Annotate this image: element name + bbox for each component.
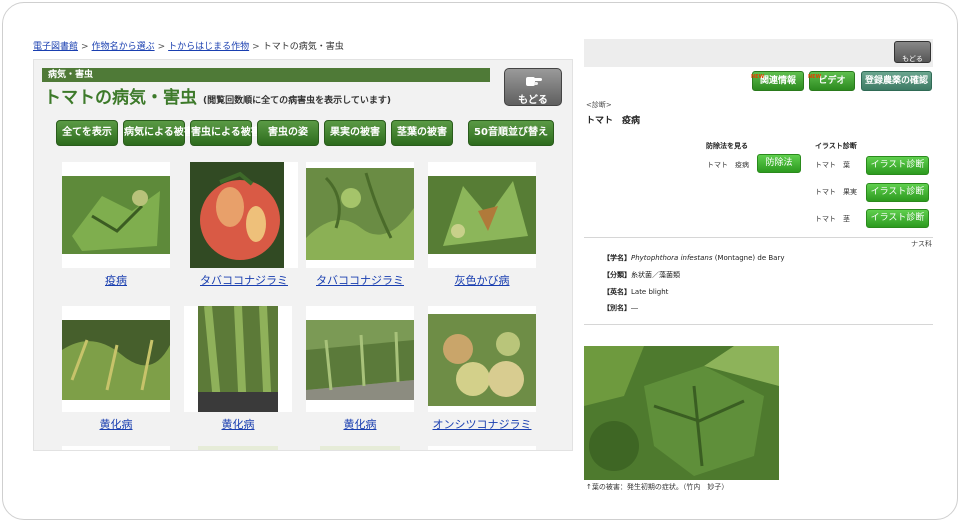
greenhouse-rows-icon[interactable] bbox=[306, 306, 414, 412]
diseased-leaf-icon[interactable] bbox=[62, 162, 170, 268]
partial-card bbox=[62, 446, 170, 450]
page-subtitle: (閲覧回数順に全ての病害虫を表示しています) bbox=[203, 96, 391, 106]
diag-part: 葉 bbox=[843, 161, 850, 169]
detail-row: 【別名】― bbox=[603, 303, 638, 313]
disease-heading: トマト 疫病 bbox=[586, 116, 641, 126]
detail-key: 【別名】 bbox=[603, 304, 631, 312]
detail-header-bar bbox=[584, 39, 933, 67]
breadcrumb-separator: > bbox=[81, 42, 89, 52]
filter-sort-button[interactable]: 50音順並び替え bbox=[468, 120, 554, 146]
divider bbox=[584, 237, 933, 238]
detail-value: 糸状菌／藻菌類 bbox=[631, 271, 680, 279]
disease-name-link[interactable]: 黄化病 bbox=[51, 416, 181, 432]
breadcrumb-link-crop-select[interactable]: 作物名から選ぶ bbox=[92, 42, 155, 52]
disease-name-link[interactable]: 灰色かび病 bbox=[417, 272, 547, 288]
plant-foliage-icon[interactable] bbox=[306, 162, 414, 268]
scientific-name: Phytophthora infestans bbox=[631, 254, 713, 262]
photo-caption: ↑葉の被害：発生初期の症状。（竹内 妙子） bbox=[586, 483, 729, 491]
video-label: ビデオ bbox=[818, 76, 846, 86]
detail-key: 【分類】 bbox=[603, 271, 631, 279]
diag-part: 茎 bbox=[843, 215, 850, 223]
illust-diagnosis-stem-button[interactable]: イラスト診断 bbox=[866, 209, 929, 228]
divider bbox=[584, 324, 933, 325]
detail-value: (Montagne) de Bary bbox=[712, 254, 785, 262]
partial-card bbox=[198, 446, 278, 450]
detail-key: 【学名】 bbox=[603, 254, 631, 262]
disease-name-link[interactable]: 疫病 bbox=[51, 272, 181, 288]
detail-key: 【英名】 bbox=[603, 288, 631, 296]
disease-name-link[interactable]: オンシツコナジラミ bbox=[417, 416, 547, 432]
illust-diagnosis-fruit-button[interactable]: イラスト診断 bbox=[866, 183, 929, 202]
disease-name-link[interactable]: タバココナジラミ bbox=[179, 272, 309, 288]
filter-disease-button[interactable]: 病気による被害 bbox=[123, 120, 194, 146]
new-badge: NEW bbox=[808, 74, 822, 80]
breadcrumb-separator: > bbox=[252, 42, 260, 52]
disease-name-link[interactable]: タバココナジラミ bbox=[295, 272, 425, 288]
illust-diagnosis-leaf-button[interactable]: イラスト診断 bbox=[866, 156, 929, 175]
disease-list-panel: 病気・害虫 トマトの病気・害虫 (閲覧回数順に全ての病害虫を表示しています) もど… bbox=[33, 59, 573, 451]
diag-crop: トマト bbox=[815, 188, 836, 196]
greenhouse-plants-icon[interactable] bbox=[184, 306, 292, 412]
breadcrumb: 電子図書館 > 作物名から選ぶ > トからはじまる作物 > トマトの病気・害虫 bbox=[33, 39, 344, 52]
breadcrumb-separator: > bbox=[157, 42, 166, 52]
breadcrumb-link-to-crops[interactable]: トからはじまる作物 bbox=[168, 42, 249, 52]
pointing-hand-icon bbox=[526, 77, 542, 86]
control-crop: トマト bbox=[707, 161, 728, 169]
new-badge: NEW bbox=[751, 74, 765, 80]
page-title-text: トマトの病気・害虫 bbox=[44, 88, 197, 108]
detail-back-button[interactable]: もどる bbox=[894, 41, 931, 63]
control-heading: 防除法を見る bbox=[706, 142, 748, 150]
green-tomatoes-icon[interactable] bbox=[428, 306, 536, 412]
filter-pest-form-button[interactable]: 害虫の姿 bbox=[257, 120, 319, 146]
disease-photo bbox=[584, 346, 779, 480]
diag-crop: トマト bbox=[815, 215, 836, 223]
related-info-button[interactable]: NEW 関連情報 bbox=[751, 71, 804, 91]
disease-name-link[interactable]: 黄化病 bbox=[295, 416, 425, 432]
diag-part: 果実 bbox=[843, 188, 857, 196]
section-label: <診断> bbox=[586, 101, 612, 109]
window-frame: 電子図書館 > 作物名から選ぶ > トからはじまる作物 > トマトの病気・害虫 病気・害虫 … bbox=[2, 2, 958, 520]
diag-crop: トマト bbox=[815, 161, 836, 169]
video-button[interactable]: NEW ビデオ bbox=[808, 71, 855, 91]
detail-row: 【学名】Phytophthora infestans (Montagne) de… bbox=[603, 253, 784, 263]
tomato-fruit-icon[interactable] bbox=[190, 162, 298, 268]
back-button[interactable]: もどる bbox=[504, 68, 562, 106]
detail-value: Late blight bbox=[631, 288, 669, 296]
family-label: ナス科 bbox=[911, 240, 932, 248]
filter-foliage-damage-button[interactable]: 茎葉の被害 bbox=[391, 120, 453, 146]
breadcrumb-link-library[interactable]: 電子図書館 bbox=[33, 42, 78, 52]
back-button-label: もどる bbox=[518, 95, 548, 106]
control-disease: 疫病 bbox=[735, 161, 749, 169]
leaf-damage-photo-icon bbox=[584, 346, 779, 480]
partial-card bbox=[428, 446, 536, 450]
detail-row: 【英名】Late blight bbox=[603, 287, 668, 297]
detail-back-label: もどる bbox=[902, 55, 923, 63]
filter-fruit-damage-button[interactable]: 果実の被害 bbox=[324, 120, 386, 146]
filter-all-button[interactable]: 全てを表示 bbox=[56, 120, 118, 146]
related-info-label: 関連情報 bbox=[759, 76, 796, 86]
detail-row: 【分類】糸状菌／藻菌類 bbox=[603, 270, 680, 280]
detail-value: ― bbox=[631, 304, 638, 312]
partial-card bbox=[320, 446, 400, 450]
illust-heading: イラスト診断 bbox=[815, 142, 857, 150]
filter-pest-damage-button[interactable]: 害虫による被害 bbox=[190, 120, 261, 146]
greenhouse-plants-icon[interactable] bbox=[62, 306, 170, 412]
page-title: トマトの病気・害虫 (閲覧回数順に全ての病害虫を表示しています) bbox=[44, 83, 391, 108]
breadcrumb-current: トマトの病気・害虫 bbox=[262, 42, 344, 52]
control-method-button[interactable]: 防除法 bbox=[757, 154, 801, 173]
wilted-leaf-icon[interactable] bbox=[428, 162, 536, 268]
disease-name-link[interactable]: 黄化病 bbox=[173, 416, 303, 432]
registered-pesticide-button[interactable]: 登録農薬の確認 bbox=[861, 71, 932, 91]
category-bar: 病気・害虫 bbox=[42, 68, 490, 82]
